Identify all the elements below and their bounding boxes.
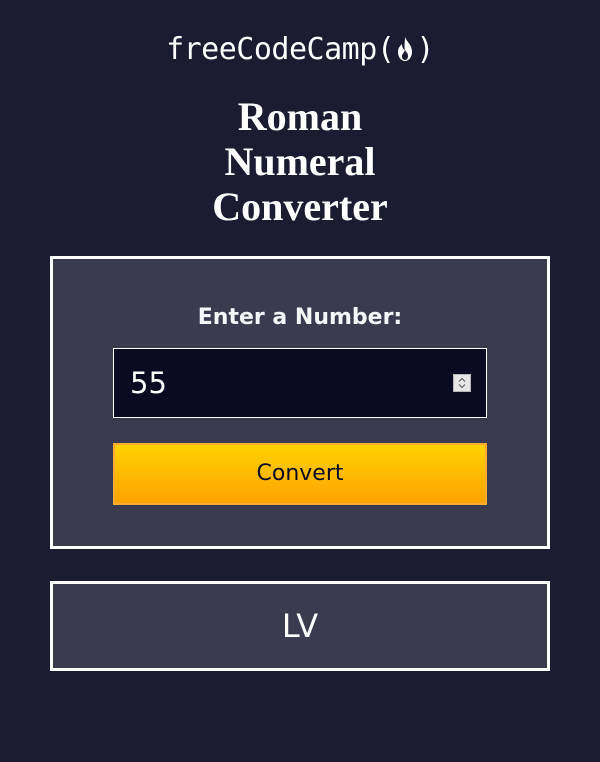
logo-open-paren: ( xyxy=(376,32,395,67)
number-input[interactable]: 55 xyxy=(113,348,487,418)
convert-button[interactable]: Convert xyxy=(113,443,487,505)
title-line-1: Roman xyxy=(237,94,363,139)
result-output: LV xyxy=(50,581,550,671)
freecodecamp-logo: freeCodeCamp( ) xyxy=(0,30,600,70)
flame-icon xyxy=(398,37,413,61)
title-line-3: Converter xyxy=(212,184,388,229)
logo-close-paren: ) xyxy=(416,32,434,67)
number-input-label: Enter a Number: xyxy=(197,305,403,330)
page-title: Roman Numeral Converter xyxy=(0,94,600,229)
converter-form: Enter a Number: 55 Convert xyxy=(50,256,550,549)
logo-text: freeCodeCamp xyxy=(166,32,377,67)
title-line-2: Numeral xyxy=(224,139,376,184)
number-input-value[interactable]: 55 xyxy=(130,363,167,403)
spinner-arrows-icon[interactable] xyxy=(453,374,471,392)
